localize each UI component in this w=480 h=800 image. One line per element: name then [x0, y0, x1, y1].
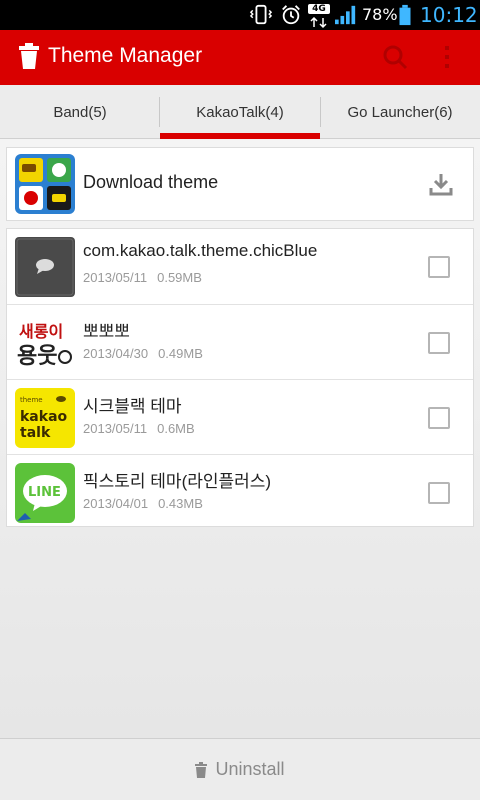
status-bar: 4G 78% 10:12 [0, 0, 480, 30]
theme-chicblack-thumbnail: theme kakao talk [15, 388, 75, 448]
select-checkbox[interactable] [428, 332, 450, 354]
network-type-indicator: 4G [308, 4, 330, 29]
theme-chicblue-thumbnail [15, 237, 75, 297]
theme-meta: 2013/04/01 0.43MB [83, 496, 203, 511]
download-theme-label: Download theme [83, 172, 219, 192]
tab-label: Go Launcher(6) [347, 103, 453, 121]
uninstall-button[interactable]: Uninstall [0, 738, 480, 800]
tab-bar: Band(5) KakaoTalk(4) Go Launcher(6) [0, 85, 480, 139]
theme-size: 0.6MB [157, 421, 195, 436]
tab-label: Band(5) [53, 103, 107, 121]
tab-kakaotalk[interactable]: KakaoTalk(4) [160, 85, 320, 139]
theme-size: 0.59MB [157, 270, 202, 285]
data-arrows-icon [310, 16, 327, 29]
select-checkbox[interactable] [428, 407, 450, 429]
search-icon[interactable] [382, 44, 408, 70]
trash-app-icon [19, 43, 39, 69]
theme-name: com.kakao.talk.theme.chicBlue [83, 241, 318, 260]
alarm-clock-icon [282, 5, 300, 25]
theme-size: 0.43MB [158, 496, 203, 511]
theme-date: 2013/04/01 [83, 496, 149, 511]
theme-store-icon [15, 154, 75, 214]
theme-meta: 2013/05/11 0.59MB [83, 270, 202, 285]
action-bar: Theme Manager [0, 30, 480, 85]
svg-text:theme: theme [20, 396, 43, 404]
tab-go-launcher[interactable]: Go Launcher(6) [320, 85, 480, 139]
download-theme-row[interactable]: Download theme [6, 147, 474, 221]
list-item[interactable]: com.kakao.talk.theme.chicBlue 2013/05/11… [7, 229, 473, 305]
list-item[interactable]: theme kakao talk 시크블랙 테마 2013/05/11 0.6MB [7, 379, 473, 455]
download-icon[interactable] [429, 172, 453, 196]
battery-percent: 78% [362, 5, 398, 24]
list-item[interactable]: 새롱이 용웃 뽀뽀뽀 2013/04/30 0.49MB [7, 304, 473, 380]
signal-strength-icon [335, 5, 356, 25]
theme-date: 2013/05/11 [83, 270, 148, 285]
theme-meta: 2013/04/30 0.49MB [83, 346, 203, 361]
theme-name: 시크블랙 테마 [83, 397, 182, 416]
list-item[interactable]: LINE 픽스토리 테마(라인플러스) 2013/04/01 0.43MB [7, 454, 473, 530]
tab-band[interactable]: Band(5) [0, 85, 160, 139]
theme-date: 2013/04/30 [83, 346, 149, 361]
theme-name: 뽀뽀뽀 [83, 322, 130, 341]
trash-icon [195, 761, 208, 778]
svg-text:새롱이: 새롱이 [19, 322, 63, 341]
select-checkbox[interactable] [428, 256, 450, 278]
overflow-menu-icon[interactable] [442, 44, 452, 70]
network-label: 4G [308, 4, 330, 14]
theme-name: 픽스토리 테마(라인플러스) [83, 472, 272, 491]
theme-line-thumbnail: LINE [15, 463, 75, 523]
clock: 10:12 [420, 3, 478, 27]
svg-text:LINE: LINE [28, 485, 61, 500]
theme-size: 0.49MB [158, 346, 203, 361]
theme-ppoppoppo-thumbnail: 새롱이 용웃 [15, 313, 75, 373]
select-checkbox[interactable] [428, 482, 450, 504]
page-title: Theme Manager [48, 44, 203, 67]
vibrate-icon [249, 4, 273, 25]
battery-icon [399, 4, 411, 26]
svg-text:talk: talk [20, 425, 51, 441]
tab-label: KakaoTalk(4) [196, 103, 284, 121]
uninstall-label: Uninstall [215, 759, 285, 779]
theme-meta: 2013/05/11 0.6MB [83, 421, 195, 436]
svg-text:kakao: kakao [20, 409, 68, 425]
svg-text:용웃: 용웃 [17, 344, 57, 369]
theme-list: com.kakao.talk.theme.chicBlue 2013/05/11… [6, 228, 474, 527]
theme-date: 2013/05/11 [83, 421, 148, 436]
